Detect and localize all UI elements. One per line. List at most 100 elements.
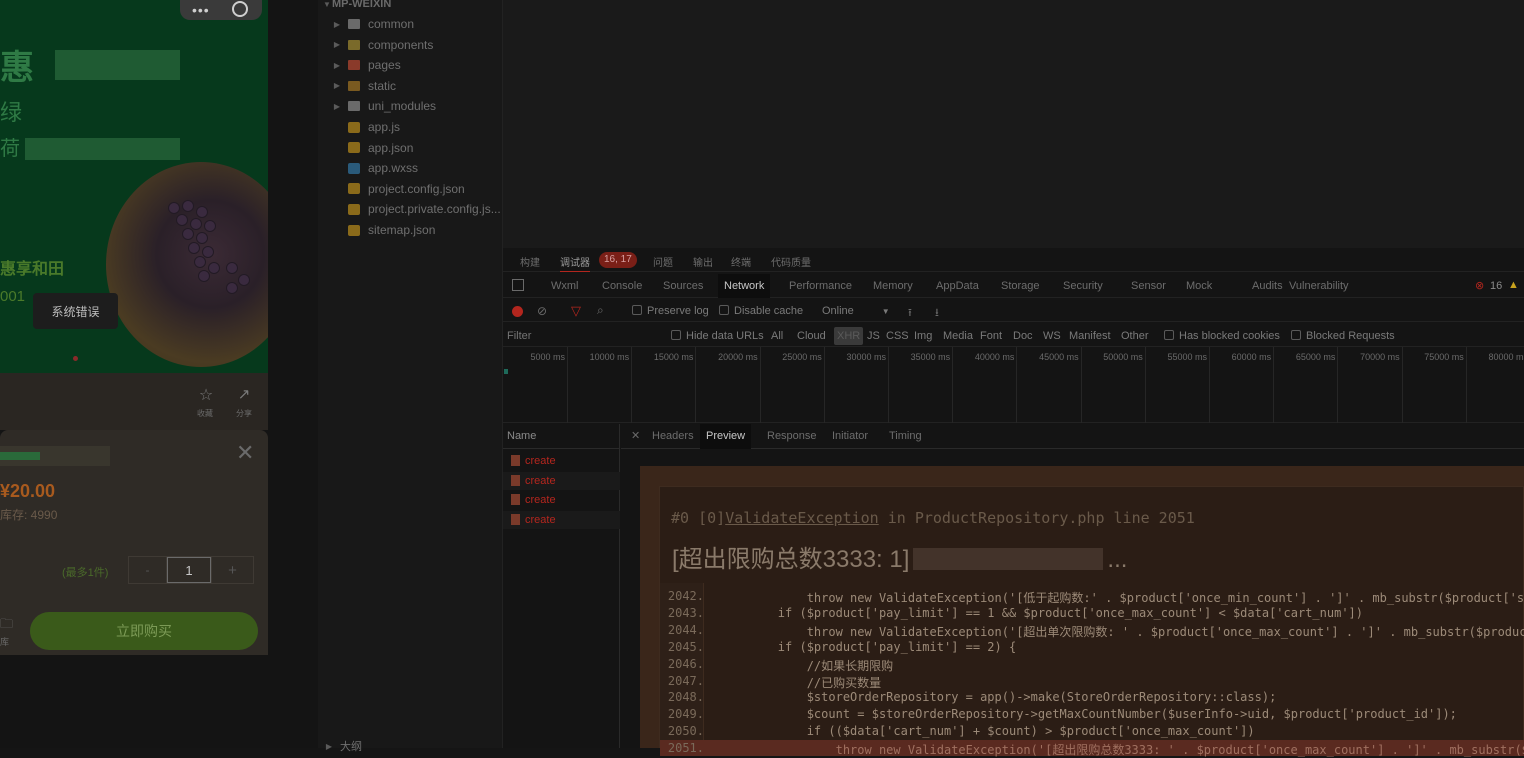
devtools-tab[interactable]: AppData [936, 280, 979, 292]
panel-tab[interactable]: 构建 [520, 254, 540, 269]
type-filter[interactable]: Media [943, 330, 973, 342]
file-tree-item[interactable]: ▶ pages [318, 55, 503, 75]
type-filter[interactable]: Other [1121, 330, 1149, 342]
devtools-tab[interactable]: Sensor [1131, 280, 1166, 292]
detail-tab[interactable]: Initiator [832, 430, 868, 442]
request-row[interactable]: create [503, 452, 620, 470]
file-tree-item[interactable]: ▶ static [318, 76, 503, 96]
panel-tab[interactable]: 问题 [653, 254, 673, 269]
star-icon[interactable]: ☆ [198, 385, 214, 405]
file-tree-item[interactable]: ▶ common [318, 14, 503, 34]
panel-tab[interactable]: 输出 [693, 254, 713, 269]
file-tree-label: pages [368, 58, 401, 73]
quantity-input[interactable]: 1 [167, 557, 211, 583]
type-filter[interactable]: WS [1043, 330, 1061, 342]
type-filter[interactable]: Font [980, 330, 1002, 342]
devtools-tab[interactable]: Performance [789, 280, 852, 292]
stock: 库存: 4990 [0, 508, 58, 522]
clear-icon[interactable]: ⊘ [537, 304, 547, 318]
devtools-tab[interactable]: Audits [1252, 280, 1283, 292]
name-column-header[interactable]: Name [507, 430, 536, 442]
chevron-right-icon: ▶ [333, 81, 341, 91]
plus-button[interactable]: + [211, 557, 253, 583]
buy-now-button[interactable]: 立即购买 [30, 612, 258, 650]
detail-tab[interactable]: Response [767, 430, 817, 442]
file-tree-label: app.js [368, 120, 401, 134]
disable-cache-checkbox[interactable]: Disable cache [719, 305, 803, 317]
blocked-requests-checkbox[interactable]: Blocked Requests [1291, 330, 1395, 342]
devtools-tab[interactable]: Console [602, 280, 642, 292]
panel-tab[interactable]: 代码质量 [771, 254, 811, 269]
file-tree-item[interactable]: project.config.json [318, 179, 503, 199]
upload-icon[interactable]: ⭱ [908, 304, 912, 323]
download-icon[interactable]: ⭳ [935, 304, 939, 323]
outline-section[interactable]: ▶ 大纲 [318, 736, 503, 756]
search-icon[interactable]: ⌕ [597, 303, 604, 318]
timeline-tick: 60000 ms [1231, 352, 1272, 362]
type-filter[interactable]: Manifest [1069, 330, 1111, 342]
timeline-gridline [1080, 347, 1082, 423]
detail-tab[interactable]: Preview [700, 424, 752, 449]
panel-tab[interactable]: 调试器 [560, 254, 590, 272]
blocked-cookies-checkbox[interactable]: Has blocked cookies [1164, 330, 1280, 342]
explorer-root[interactable]: ▼ MP-WEIXIN [318, 0, 503, 14]
banner-text: 惠享和田 [0, 261, 65, 278]
filter-icon[interactable]: ▽ [571, 303, 581, 319]
timeline-overview[interactable]: 5000 ms 10000 ms 15000 ms 20000 ms 25000 ms 3… [503, 347, 1524, 423]
type-filter[interactable]: JS [867, 330, 880, 342]
type-filter[interactable]: CSS [886, 330, 909, 342]
type-filter[interactable]: All [771, 330, 783, 342]
close-icon[interactable]: ✕ [236, 440, 254, 466]
throttle-select[interactable]: Online ▼ [822, 305, 890, 317]
request-row[interactable]: create [503, 511, 620, 530]
filter-input[interactable] [507, 328, 662, 344]
request-list: Name create create create create [503, 424, 620, 748]
devtools-tab[interactable]: Security [1063, 280, 1103, 292]
file-tree-item[interactable]: ▶ components [318, 35, 503, 55]
carousel-dot[interactable] [73, 356, 78, 361]
more-icon[interactable]: ••• [192, 2, 210, 18]
close-detail-icon[interactable]: ✕ [631, 429, 640, 442]
warning-icon[interactable]: ▲ [1508, 279, 1519, 291]
share-icon[interactable]: ↗ [236, 385, 252, 403]
inspect-icon[interactable] [512, 279, 524, 291]
request-row[interactable]: create [503, 491, 620, 509]
preserve-log-checkbox[interactable]: Preserve log [632, 305, 709, 317]
devtools-tab[interactable]: Vulnerability [1289, 280, 1349, 292]
miniprogram-capsule[interactable]: ••• [180, 0, 262, 20]
devtools-tab[interactable]: Mock [1186, 280, 1212, 292]
error-icon[interactable]: ⊗ [1475, 279, 1484, 292]
devtools-tab[interactable]: Sources [663, 280, 703, 292]
request-row[interactable]: create [503, 471, 620, 490]
file-tree-item[interactable]: app.js [318, 117, 503, 137]
cart-icon[interactable]: 🗀 [0, 615, 13, 637]
devtools-tab[interactable]: Network [718, 274, 771, 298]
exception-title: #0 [0]ValidateException in ProductReposi… [671, 509, 1195, 527]
code-line: $storeOrderRepository = app()->make(Stor… [720, 690, 1277, 705]
file-tree-item[interactable]: app.json [318, 138, 503, 158]
devtools-tab[interactable]: Memory [873, 280, 913, 292]
type-filter[interactable]: Doc [1013, 330, 1033, 342]
type-filter[interactable]: Img [914, 330, 932, 342]
type-filter[interactable]: XHR [834, 327, 864, 345]
minus-button[interactable]: - [129, 557, 167, 583]
detail-tabbar: ✕ Headers Preview Response Initiator Timing [621, 424, 1524, 449]
timeline-tick: 20000 ms [718, 352, 758, 362]
detail-tab[interactable]: Headers [652, 430, 694, 442]
close-capsule-icon[interactable] [232, 1, 248, 17]
record-icon[interactable] [512, 306, 523, 317]
file-icon [348, 183, 360, 195]
code-line: //如果长期限购 [720, 658, 894, 673]
file-tree-item[interactable]: project.private.config.js... [318, 199, 503, 219]
file-tree-item[interactable]: app.wxss [318, 158, 503, 178]
quantity-stepper[interactable]: - 1 + [128, 556, 254, 584]
devtools-tab[interactable]: Storage [1001, 280, 1040, 292]
file-tree-item[interactable]: ▶ uni_modules [318, 96, 503, 116]
detail-tab[interactable]: Timing [889, 430, 922, 442]
file-tree-item[interactable]: sitemap.json [318, 220, 503, 240]
type-filter[interactable]: Cloud [797, 330, 826, 342]
devtools-tab[interactable]: Wxml [551, 280, 579, 292]
hide-data-urls-checkbox[interactable]: Hide data URLs [671, 330, 764, 342]
panel-tab[interactable]: 终端 [731, 254, 751, 269]
timeline-gridline [823, 347, 825, 423]
